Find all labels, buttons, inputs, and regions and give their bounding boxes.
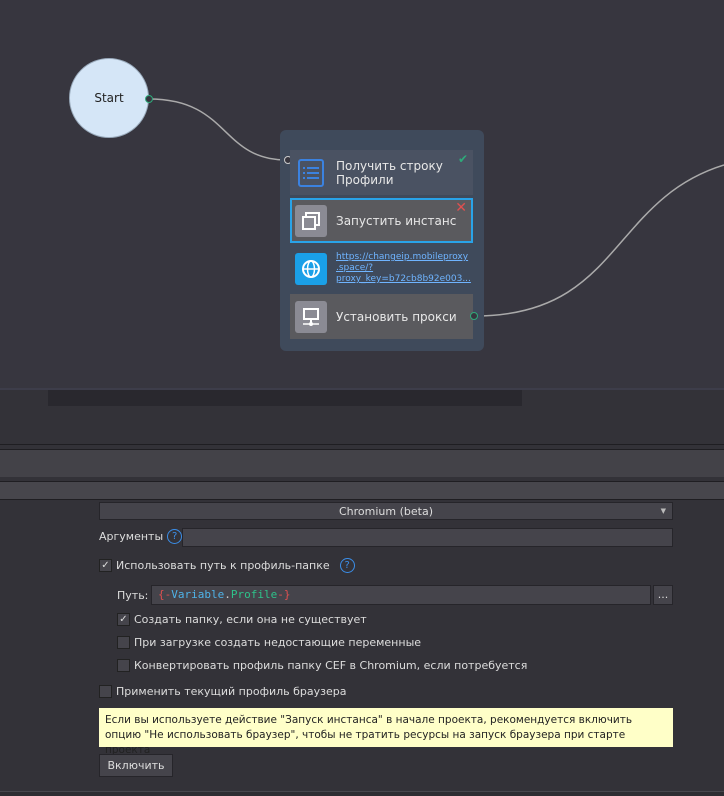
use-profile-row[interactable]: ✓ Использовать путь к профиль-папке ? xyxy=(99,558,355,573)
apply-profile-row[interactable]: Применить текущий профиль браузера xyxy=(99,685,347,698)
node-proxy-url[interactable]: https://changeip.mobileproxy .space/? pr… xyxy=(290,246,473,291)
group-output-port[interactable] xyxy=(470,312,478,320)
browser-select-value: Chromium (beta) xyxy=(338,504,433,518)
arguments-input[interactable] xyxy=(182,528,673,547)
apply-profile-checkbox[interactable] xyxy=(99,685,112,698)
globe-icon xyxy=(295,252,327,285)
error-x-icon: ✕ xyxy=(455,200,467,216)
arguments-label: Аргументы xyxy=(99,530,164,543)
path-token: -} xyxy=(277,588,291,601)
node-start-instance[interactable]: Запустить инстанс ✕ xyxy=(290,198,473,243)
use-profile-label: Использовать путь к профиль-папке xyxy=(116,559,330,572)
node-label: Получить строку Профили xyxy=(336,158,443,187)
help-icon[interactable]: ? xyxy=(339,558,355,573)
windows-icon xyxy=(295,204,327,237)
help-icon[interactable]: ? xyxy=(167,529,183,544)
create-folder-label: Создать папку, если она не существует xyxy=(134,613,367,626)
apply-profile-label: Применить текущий профиль браузера xyxy=(116,685,347,698)
bottom-divider xyxy=(0,791,724,796)
panel-header xyxy=(0,481,724,500)
browser-select[interactable]: Chromium (beta) ▼ xyxy=(99,502,673,520)
list-icon xyxy=(298,158,324,187)
enable-button[interactable]: Включить xyxy=(99,754,173,777)
create-folder-checkbox[interactable]: ✓ xyxy=(117,613,130,626)
project-canvas[interactable]: Start Получить строку Профили ✔ Запустит… xyxy=(0,0,724,388)
horizontal-scrollbar[interactable] xyxy=(48,390,522,406)
node-get-string[interactable]: Получить строку Профили ✔ xyxy=(290,150,473,195)
link-line[interactable]: .space/? xyxy=(336,263,471,274)
browse-button[interactable]: ... xyxy=(653,585,673,605)
arguments-row: Аргументы ? xyxy=(99,529,183,544)
start-output-port[interactable] xyxy=(145,95,153,103)
path-token: Variable xyxy=(171,588,225,601)
path-input[interactable]: {-Variable.Profile-} xyxy=(151,585,651,605)
path-token: Profile xyxy=(230,588,278,601)
divider xyxy=(0,444,724,445)
convert-row[interactable]: Конвертировать профиль папку CEF в Chrom… xyxy=(117,659,527,672)
link-line[interactable]: proxy_key=b72cb8b92e003... xyxy=(336,274,471,285)
create-vars-checkbox[interactable] xyxy=(117,636,130,649)
node-label: Установить прокси xyxy=(336,309,457,324)
link-line[interactable]: https://changeip.mobileproxy xyxy=(336,252,471,263)
path-token: {- xyxy=(158,588,172,601)
convert-label: Конвертировать профиль папку CEF в Chrom… xyxy=(134,659,528,672)
node-set-proxy[interactable]: Установить прокси xyxy=(290,294,473,339)
start-node[interactable]: Start xyxy=(69,58,149,138)
proxy-link[interactable]: https://changeip.mobileproxy .space/? pr… xyxy=(336,252,471,285)
create-folder-row[interactable]: ✓ Создать папку, если она не существует xyxy=(117,613,367,626)
path-token: . xyxy=(224,588,231,601)
path-label: Путь: xyxy=(117,589,149,602)
toolbar-band xyxy=(0,449,724,477)
use-profile-checkbox[interactable]: ✓ xyxy=(99,559,112,572)
convert-checkbox[interactable] xyxy=(117,659,130,672)
create-vars-row[interactable]: При загрузке создать недостающие перемен… xyxy=(117,636,421,649)
node-label: Запустить инстанс xyxy=(336,213,457,228)
success-check-icon: ✔ xyxy=(457,152,468,166)
info-note: Если вы используете действие "Запуск инс… xyxy=(99,708,673,756)
chevron-down-icon: ▼ xyxy=(660,507,666,515)
network-icon xyxy=(295,300,327,333)
create-vars-label: При загрузке создать недостающие перемен… xyxy=(134,636,422,649)
